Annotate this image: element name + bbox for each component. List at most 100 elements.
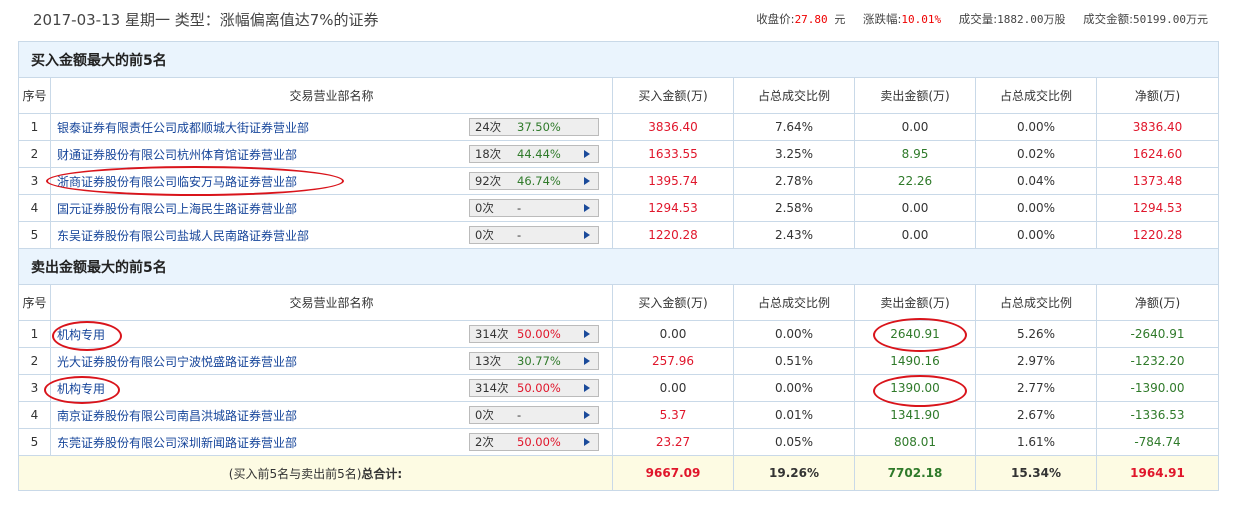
appearance-count: 24次 <box>475 120 502 134</box>
broker-link[interactable]: 东莞证券股份有限公司深圳新闻路证券营业部 <box>57 436 297 450</box>
volume-value: 1882.00万股 <box>997 13 1066 26</box>
close-value: 27.80 元 <box>794 13 846 26</box>
rank: 5 <box>18 221 51 249</box>
change-value: 10.01% <box>901 13 942 26</box>
table-row: 1 机构专用 314次 50.00% 0.00 0.00% 2640.91 5.2… <box>18 320 1219 348</box>
win-rate: 44.44% <box>517 147 561 161</box>
appearance-count: 92次 <box>475 174 502 188</box>
expand-arrow-icon[interactable] <box>584 438 590 446</box>
buy-amount: 23.27 <box>612 428 734 456</box>
total-buy-ratio: 19.26% <box>733 455 855 491</box>
history-badge[interactable]: 314次 50.00% <box>469 379 599 397</box>
appearance-count: 0次 <box>475 201 494 215</box>
table-row: 1 银泰证券有限责任公司成都顺城大街证券营业部 24次 37.50% 3836.4… <box>18 113 1219 141</box>
table-row: 2 光大证券股份有限公司宁波悦盛路证券营业部 13次 30.77% 257.96 … <box>18 347 1219 375</box>
section-title-row: 卖出金额最大的前5名 <box>18 248 1219 285</box>
table-row: 3 机构专用 314次 50.00% 0.00 0.00% 1390.00 2.7… <box>18 374 1219 402</box>
history-badge[interactable]: 92次 46.74% <box>469 172 599 190</box>
buy-ratio: 7.64% <box>733 113 855 141</box>
expand-arrow-icon[interactable] <box>584 177 590 185</box>
column-header: 交易营业部名称 <box>50 77 613 114</box>
sell-ratio: 0.00% <box>975 113 1097 141</box>
table-row: 4 南京证券股份有限公司南昌洪城路证券营业部 0次 - 5.37 0.01% 13… <box>18 401 1219 429</box>
history-badge[interactable]: 13次 30.77% <box>469 352 599 370</box>
appearance-count: 314次 <box>475 381 509 395</box>
buy-amount: 0.00 <box>612 320 734 348</box>
price-stats: 收盘价:27.80 元 涨跌幅:10.01% 成交量:1882.00万股 成交金… <box>756 11 1208 27</box>
broker-link[interactable]: 机构专用 <box>57 382 105 396</box>
broker-link[interactable]: 国元证券股份有限公司上海民生路证券营业部 <box>57 202 297 216</box>
buy-ratio: 2.78% <box>733 167 855 195</box>
expand-arrow-icon[interactable] <box>584 231 590 239</box>
total-row: (买入前5名与卖出前5名)总合计: 9667.09 19.26% 7702.18… <box>18 455 1219 491</box>
expand-arrow-icon[interactable] <box>584 330 590 338</box>
win-rate: 50.00% <box>517 435 561 449</box>
history-badge[interactable]: 0次 - <box>469 226 599 244</box>
sell-ratio: 2.67% <box>975 401 1097 429</box>
table-row: 5 东吴证券股份有限公司盐城人民南路证券营业部 0次 - 1220.28 2.43… <box>18 221 1219 249</box>
appearance-count: 0次 <box>475 228 494 242</box>
broker-link[interactable]: 财通证券股份有限公司杭州体育馆证券营业部 <box>57 148 297 162</box>
buy-amount: 3836.40 <box>612 113 734 141</box>
expand-arrow-icon[interactable] <box>584 357 590 365</box>
buy-ratio: 2.58% <box>733 194 855 222</box>
net-amount: -1390.00 <box>1096 374 1219 402</box>
sell-ratio: 5.26% <box>975 320 1097 348</box>
rank: 1 <box>18 320 51 348</box>
column-header: 序号 <box>18 77 51 114</box>
column-header-row: 序号 交易营业部名称 买入金额(万) 占总成交比例 卖出金额(万) 占总成交比例 净额(万) <box>18 77 1219 114</box>
total-sell-ratio: 15.34% <box>975 455 1097 491</box>
broker-link[interactable]: 机构专用 <box>57 328 105 342</box>
column-header: 卖出金额(万) <box>854 284 976 321</box>
broker-link[interactable]: 南京证券股份有限公司南昌洪城路证券营业部 <box>57 409 297 423</box>
change-label: 涨跌幅: <box>862 12 902 26</box>
section-title-row: 买入金额最大的前5名 <box>18 41 1219 78</box>
buy-ratio: 0.01% <box>733 401 855 429</box>
sell-amount: 808.01 <box>854 428 976 456</box>
history-badge[interactable]: 0次 - <box>469 406 599 424</box>
history-badge[interactable]: 24次 37.50% <box>469 118 599 136</box>
column-header: 净额(万) <box>1096 284 1219 321</box>
broker-link[interactable]: 银泰证券有限责任公司成都顺城大街证券营业部 <box>57 121 309 135</box>
sell-amount: 1341.90 <box>854 401 976 429</box>
buy-amount: 1294.53 <box>612 194 734 222</box>
broker-link[interactable]: 浙商证券股份有限公司临安万马路证券营业部 <box>57 175 297 189</box>
page-title: 2017-03-13 星期一 类型：涨幅偏离值达7%的证券 <box>33 11 379 29</box>
rank: 4 <box>18 401 51 429</box>
broker-link[interactable]: 东吴证券股份有限公司盐城人民南路证券营业部 <box>57 229 309 243</box>
column-header: 买入金额(万) <box>612 77 734 114</box>
column-header: 占总成交比例 <box>733 284 855 321</box>
net-amount: 1624.60 <box>1096 140 1219 168</box>
appearance-count: 0次 <box>475 408 494 422</box>
history-badge[interactable]: 0次 - <box>469 199 599 217</box>
column-header: 序号 <box>18 284 51 321</box>
expand-arrow-icon[interactable] <box>584 411 590 419</box>
expand-arrow-icon[interactable] <box>584 384 590 392</box>
table-row: 3 浙商证券股份有限公司临安万马路证券营业部 92次 46.74% 1395.74… <box>18 167 1219 195</box>
buy-ratio: 0.51% <box>733 347 855 375</box>
expand-arrow-icon[interactable] <box>584 204 590 212</box>
sell-amount: 1490.16 <box>854 347 976 375</box>
column-header: 占总成交比例 <box>975 284 1097 321</box>
net-amount: 1294.53 <box>1096 194 1219 222</box>
win-rate: 46.74% <box>517 174 561 188</box>
history-badge[interactable]: 314次 50.00% <box>469 325 599 343</box>
history-badge[interactable]: 2次 50.00% <box>469 433 599 451</box>
stock-summary-bar: 2017-03-13 星期一 类型：涨幅偏离值达7%的证券 收盘价:27.80 … <box>0 0 1237 36</box>
rank: 2 <box>18 347 51 375</box>
sell-amount: 2640.91 <box>854 320 976 348</box>
sell-amount: 1390.00 <box>854 374 976 402</box>
buy-ratio: 3.25% <box>733 140 855 168</box>
sell-ratio: 1.61% <box>975 428 1097 456</box>
win-rate: - <box>517 408 522 422</box>
appearance-count: 13次 <box>475 354 502 368</box>
total-sell: 7702.18 <box>854 455 976 491</box>
win-rate: 30.77% <box>517 354 561 368</box>
history-badge[interactable]: 18次 44.44% <box>469 145 599 163</box>
sell-amount: 0.00 <box>854 194 976 222</box>
section-title: 卖出金额最大的前5名 <box>18 248 1219 285</box>
win-rate: - <box>517 228 522 242</box>
broker-link[interactable]: 光大证券股份有限公司宁波悦盛路证券营业部 <box>57 355 297 369</box>
expand-arrow-icon[interactable] <box>584 150 590 158</box>
sell-amount: 8.95 <box>854 140 976 168</box>
